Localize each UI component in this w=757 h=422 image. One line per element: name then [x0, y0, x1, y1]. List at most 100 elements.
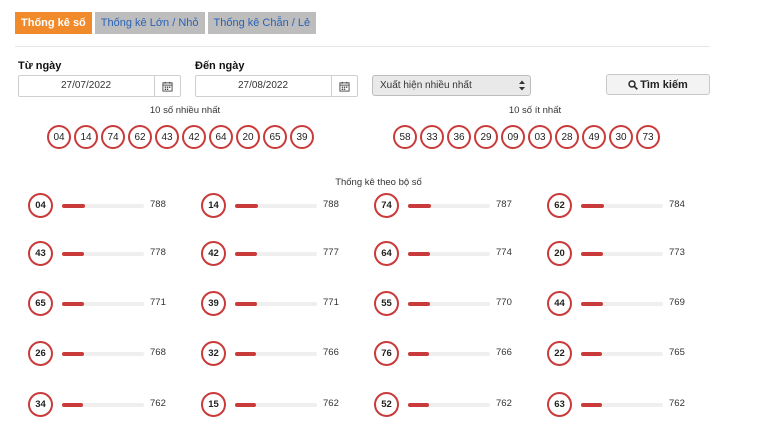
mode-select-value: Xuất hiện nhiều nhất: [380, 80, 472, 91]
from-date-field[interactable]: 27/07/2022: [18, 75, 181, 97]
stat-number-ball: 65: [28, 291, 53, 316]
most-frequent-ball: 14: [74, 125, 98, 149]
from-date-label: Từ ngày: [18, 60, 62, 72]
most-frequent-ball: 62: [128, 125, 152, 149]
most-frequent-ball: 04: [47, 125, 71, 149]
stat-progress-track: [581, 403, 663, 407]
most-frequent-ball: 20: [236, 125, 260, 149]
stat-count: 762: [669, 398, 685, 409]
to-calendar-button[interactable]: [331, 76, 357, 96]
stat-progress-track: [581, 204, 663, 208]
stat-count: 762: [496, 398, 512, 409]
stat-count: 765: [669, 347, 685, 358]
stat-count: 778: [150, 247, 166, 258]
stat-count: 774: [496, 247, 512, 258]
stat-progress-fill: [62, 302, 85, 306]
least-frequent-ball: 73: [636, 125, 660, 149]
stat-progress-fill: [408, 403, 430, 407]
from-calendar-button[interactable]: [154, 76, 180, 96]
stat-count: 768: [150, 347, 166, 358]
stats-title: Thống kê theo bộ số: [335, 177, 422, 188]
from-date-value[interactable]: 27/07/2022: [19, 76, 153, 96]
most-frequent-ball: 65: [263, 125, 287, 149]
stat-number-ball: 39: [201, 291, 226, 316]
stat-number-ball: 43: [28, 241, 53, 266]
stat-progress-fill: [235, 252, 258, 256]
least-frequent-ball: 30: [609, 125, 633, 149]
most-frequent-ball: 43: [155, 125, 179, 149]
stat-progress-fill: [62, 204, 85, 208]
least-frequent-ball: 36: [447, 125, 471, 149]
stat-progress-fill: [62, 352, 85, 356]
stat-count: 773: [669, 247, 685, 258]
stat-number-ball: 52: [374, 392, 399, 417]
stat-progress-track: [62, 252, 144, 256]
stat-progress-track: [235, 403, 317, 407]
stat-number-ball: 26: [28, 341, 53, 366]
stat-progress-track: [235, 302, 317, 306]
stat-number-ball: 55: [374, 291, 399, 316]
tab-thong-ke-so[interactable]: Thống kê số: [15, 12, 92, 34]
stat-progress-track: [62, 403, 144, 407]
stat-progress-track: [408, 252, 490, 256]
stat-count: 787: [496, 199, 512, 210]
tab-thong-ke-lon-nho[interactable]: Thống kê Lớn / Nhỏ: [94, 12, 205, 34]
stat-progress-fill: [235, 204, 258, 208]
stat-progress-track: [62, 204, 144, 208]
search-button[interactable]: Tìm kiếm: [606, 74, 710, 95]
stat-progress-track: [408, 352, 490, 356]
tab-thong-ke-chan-le[interactable]: Thống kê Chẵn / Lẻ: [207, 12, 317, 34]
search-icon: [628, 79, 639, 90]
stat-number-ball: 42: [201, 241, 226, 266]
stat-progress-fill: [62, 252, 85, 256]
stat-progress-track: [62, 302, 144, 306]
stat-count: 788: [150, 199, 166, 210]
stat-progress-track: [581, 252, 663, 256]
stat-number-ball: 44: [547, 291, 572, 316]
stat-progress-fill: [408, 252, 431, 256]
stat-count: 777: [323, 247, 339, 258]
stat-number-ball: 34: [28, 392, 53, 417]
stat-progress-fill: [235, 302, 258, 306]
stat-progress-track: [408, 302, 490, 306]
stat-count: 784: [669, 199, 685, 210]
calendar-icon: [339, 81, 350, 92]
stat-number-ball: 76: [374, 341, 399, 366]
most-frequent-balls: 04 14 74 62 43 42 64 20 65 39: [47, 125, 314, 149]
least-frequent-ball: 09: [501, 125, 525, 149]
stat-progress-fill: [581, 252, 604, 256]
mode-select[interactable]: Xuất hiện nhiều nhất: [372, 75, 531, 96]
stat-number-ball: 32: [201, 341, 226, 366]
stat-number-ball: 20: [547, 241, 572, 266]
stat-count: 771: [323, 297, 339, 308]
most-frequent-ball: 74: [101, 125, 125, 149]
stat-progress-track: [235, 252, 317, 256]
stat-progress-track: [408, 204, 490, 208]
stat-progress-track: [235, 204, 317, 208]
stat-progress-fill: [581, 302, 604, 306]
stat-count: 788: [323, 199, 339, 210]
to-date-value[interactable]: 27/08/2022: [196, 76, 330, 96]
stat-progress-fill: [408, 352, 430, 356]
stat-progress-fill: [408, 302, 431, 306]
stat-progress-fill: [581, 403, 603, 407]
most-frequent-ball: 64: [209, 125, 233, 149]
stat-progress-track: [62, 352, 144, 356]
stat-progress-track: [581, 352, 663, 356]
tab-divider: [15, 46, 710, 47]
stat-count: 769: [669, 297, 685, 308]
stat-number-ball: 64: [374, 241, 399, 266]
to-date-field[interactable]: 27/08/2022: [195, 75, 358, 97]
most-frequent-ball: 39: [290, 125, 314, 149]
stat-number-ball: 14: [201, 193, 226, 218]
tab-bar: Thống kê số Thống kê Lớn / Nhỏ Thống kê …: [15, 12, 317, 34]
stat-number-ball: 04: [28, 193, 53, 218]
stat-count: 762: [150, 398, 166, 409]
stat-progress-track: [235, 352, 317, 356]
stat-count: 762: [323, 398, 339, 409]
stat-count: 770: [496, 297, 512, 308]
stat-progress-fill: [581, 352, 603, 356]
select-arrows-icon: [519, 80, 525, 91]
most-frequent-ball: 42: [182, 125, 206, 149]
stat-count: 766: [323, 347, 339, 358]
